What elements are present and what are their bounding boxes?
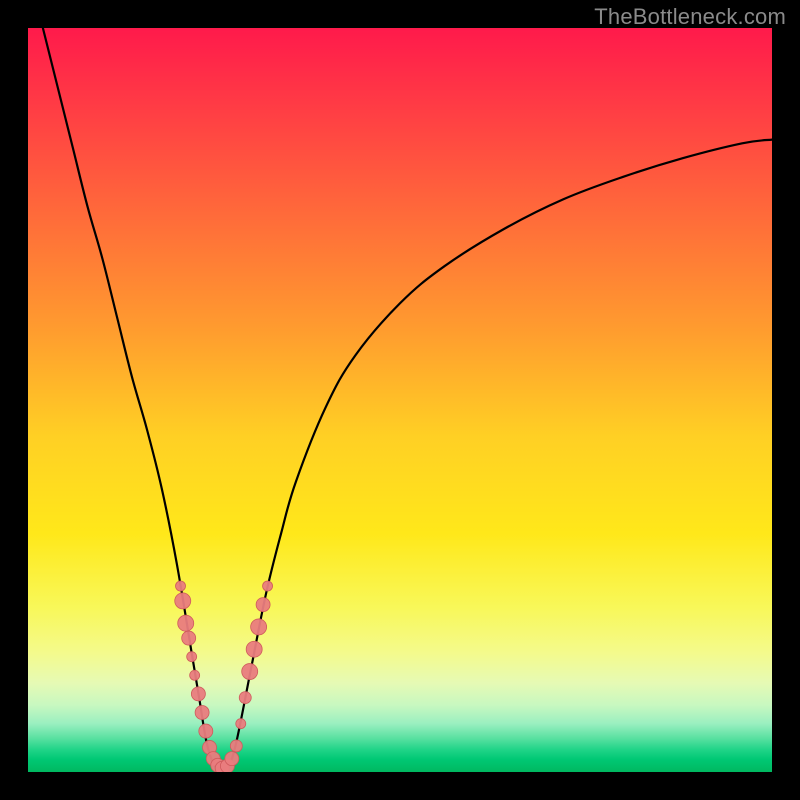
marker-dot: [199, 724, 213, 738]
marker-dot: [236, 719, 246, 729]
marker-dot: [239, 692, 251, 704]
marker-dot: [263, 581, 273, 591]
marker-dot: [246, 641, 262, 657]
marker-dot: [230, 740, 242, 752]
marker-dot: [182, 631, 196, 645]
plot-area: [28, 28, 772, 772]
marker-dot: [195, 705, 209, 719]
chart-svg: [28, 28, 772, 772]
marker-dot: [191, 687, 205, 701]
marker-dot: [176, 581, 186, 591]
marker-dot: [175, 593, 191, 609]
bottleneck-curve: [43, 28, 772, 768]
marker-dot: [187, 652, 197, 662]
outer-frame: TheBottleneck.com: [0, 0, 800, 800]
marker-dot: [251, 619, 267, 635]
marker-dot: [242, 664, 258, 680]
marker-dot: [178, 615, 194, 631]
watermark-text: TheBottleneck.com: [594, 4, 786, 30]
marker-dot: [256, 598, 270, 612]
marker-dot: [190, 670, 200, 680]
marker-dot: [225, 752, 239, 766]
curve-markers: [175, 581, 273, 772]
